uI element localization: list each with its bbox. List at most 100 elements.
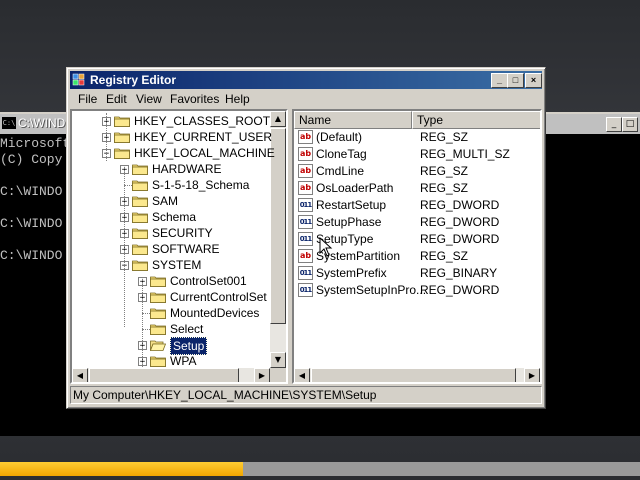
folder-icon	[150, 275, 166, 287]
console-line: C:\WINDO	[0, 184, 63, 199]
scroll-right-arrow-icon[interactable]: ▶	[524, 368, 540, 382]
console-maximize-button[interactable]: □	[622, 117, 638, 132]
folder-icon	[132, 179, 148, 191]
folder-icon	[132, 243, 148, 255]
console-minimize-button[interactable]: _	[606, 117, 622, 132]
tree-node-mounteddevices[interactable]: MountedDevices	[72, 305, 268, 321]
value-name: SetupPhase	[316, 215, 382, 229]
menu-edit[interactable]: Edit	[106, 92, 127, 106]
value-name: CmdLine	[316, 164, 365, 178]
folder-icon	[114, 131, 130, 143]
value-type: REG_SZ	[420, 249, 469, 263]
value-name: SystemSetupInPro...	[316, 283, 427, 297]
key-tree[interactable]: ▲ ▼ ◀ ▶ + HKEY_CLASSES_ROOT + HKEY_CURRENT_…	[70, 109, 288, 384]
minimize-button[interactable]: _	[491, 73, 508, 88]
tree-node-system[interactable]: − SYSTEM	[72, 257, 268, 273]
tree-node-currentcontrolset[interactable]: + CurrentControlSet	[72, 289, 268, 305]
tree-node-label: ControlSet001	[170, 274, 247, 288]
value-row[interactable]: ab CmdLine REG_SZ	[294, 163, 540, 180]
tree-node-software[interactable]: + SOFTWARE	[72, 241, 268, 257]
scroll-down-arrow-icon[interactable]: ▼	[270, 352, 286, 368]
tree-node-label: SECURITY	[152, 226, 213, 240]
open-folder-icon	[149, 339, 167, 351]
value-name: OsLoaderPath	[316, 181, 394, 195]
menu-help[interactable]: Help	[225, 92, 250, 106]
titlebar[interactable]: Registry Editor _ □ ×	[70, 71, 542, 89]
tree-node-sam[interactable]: + SAM	[72, 193, 268, 209]
value-type: REG_DWORD	[420, 283, 500, 297]
string-value-icon: ab	[298, 164, 313, 178]
string-value-icon: ab	[298, 130, 313, 144]
tree-node-label: Select	[170, 322, 204, 336]
scroll-right-arrow-icon[interactable]: ▶	[254, 368, 270, 382]
folder-icon	[150, 355, 166, 367]
console-line: (C) Copy	[0, 152, 63, 167]
value-row[interactable]: 011 SystemSetupInPro... REG_DWORD	[294, 282, 540, 299]
tree-node-label: HARDWARE	[152, 162, 222, 176]
console-output: Microsoft (C) Copy C:\WINDO C:\WINDO C:\W…	[0, 136, 70, 264]
value-row[interactable]: 011 SetupPhase REG_DWORD	[294, 214, 540, 231]
client-area: ▲ ▼ ◀ ▶ + HKEY_CLASSES_ROOT + HKEY_CURRENT_…	[70, 109, 542, 384]
progress-fill	[0, 462, 244, 476]
folder-icon	[150, 323, 166, 335]
column-header-name[interactable]: Name	[294, 111, 412, 129]
list-horizontal-scrollbar[interactable]: ◀ ▶	[294, 368, 540, 382]
value-row[interactable]: 011 RestartSetup REG_DWORD	[294, 197, 540, 214]
progress-bar	[0, 462, 640, 476]
folder-icon	[132, 259, 148, 271]
value-type: REG_DWORD	[420, 215, 500, 229]
scroll-corner	[270, 368, 286, 382]
maximize-button[interactable]: □	[507, 73, 524, 88]
tree-node-wpa[interactable]: + WPA	[72, 353, 268, 369]
menu-view[interactable]: View	[136, 92, 162, 106]
menu-favorites[interactable]: Favorites	[170, 92, 219, 106]
tree-node-controlset001[interactable]: + ControlSet001	[72, 273, 268, 289]
tree-node-label: HKEY_CURRENT_USER	[134, 130, 273, 144]
folder-icon	[150, 307, 166, 319]
tree-node-hkey-current-user[interactable]: + HKEY_CURRENT_USER	[72, 129, 272, 145]
tree-node-schema[interactable]: + Schema	[72, 209, 268, 225]
string-value-icon: ab	[298, 147, 313, 161]
folder-icon	[150, 291, 166, 303]
tree-node-hkey-local-machine[interactable]: − HKEY_LOCAL_MACHINE	[72, 145, 275, 161]
list-hscroll-thumb[interactable]	[311, 368, 516, 382]
tree-horizontal-scrollbar[interactable]: ◀ ▶	[72, 368, 270, 382]
column-header-type[interactable]: Type	[412, 111, 540, 129]
tree-node-label: SYSTEM	[152, 258, 202, 272]
tree-guide-line	[106, 113, 107, 161]
tree-connector	[124, 185, 132, 186]
tree-node-label: SAM	[152, 194, 179, 208]
menu-file[interactable]: File	[78, 92, 97, 106]
scroll-up-arrow-icon[interactable]: ▲	[270, 111, 286, 127]
value-row[interactable]: ab OsLoaderPath REG_SZ	[294, 180, 540, 197]
tree-node-security[interactable]: + SECURITY	[72, 225, 268, 241]
console-icon: C:\	[2, 117, 16, 129]
window-title: Registry Editor	[90, 73, 177, 87]
value-row[interactable]: 011 SystemPrefix REG_BINARY	[294, 265, 540, 282]
tree-node-label: SOFTWARE	[152, 242, 220, 256]
tree-node-hkey-classes-root[interactable]: + HKEY_CLASSES_ROOT	[72, 113, 270, 129]
close-button[interactable]: ×	[525, 73, 542, 88]
tree-node-setup[interactable]: + Setup	[72, 337, 268, 355]
value-name: (Default)	[316, 130, 363, 144]
binary-value-icon: 011	[298, 215, 313, 229]
scroll-left-arrow-icon[interactable]: ◀	[294, 368, 310, 382]
tree-node-select[interactable]: Select	[72, 321, 268, 337]
tree-node-s-1-5-18-schema[interactable]: S-1-5-18_Schema	[72, 177, 268, 193]
string-value-icon: ab	[298, 181, 313, 195]
tree-node-label: WPA	[170, 354, 197, 368]
value-row[interactable]: ab (Default) REG_SZ	[294, 129, 540, 146]
scroll-left-arrow-icon[interactable]: ◀	[72, 368, 88, 382]
tree-node-label: CurrentControlSet	[170, 290, 267, 304]
folder-icon	[132, 227, 148, 239]
value-row[interactable]: ab CloneTag REG_MULTI_SZ	[294, 146, 540, 163]
tree-hscroll-thumb[interactable]	[89, 368, 239, 382]
console-line: C:\WINDO	[0, 248, 63, 263]
value-type: REG_SZ	[420, 130, 469, 144]
value-type: REG_SZ	[420, 181, 469, 195]
folder-icon	[132, 195, 148, 207]
tree-connector	[142, 313, 150, 314]
tree-node-hardware[interactable]: + HARDWARE	[72, 161, 268, 177]
status-bar: My Computer\HKEY_LOCAL_MACHINE\SYSTEM\Se…	[70, 386, 542, 404]
